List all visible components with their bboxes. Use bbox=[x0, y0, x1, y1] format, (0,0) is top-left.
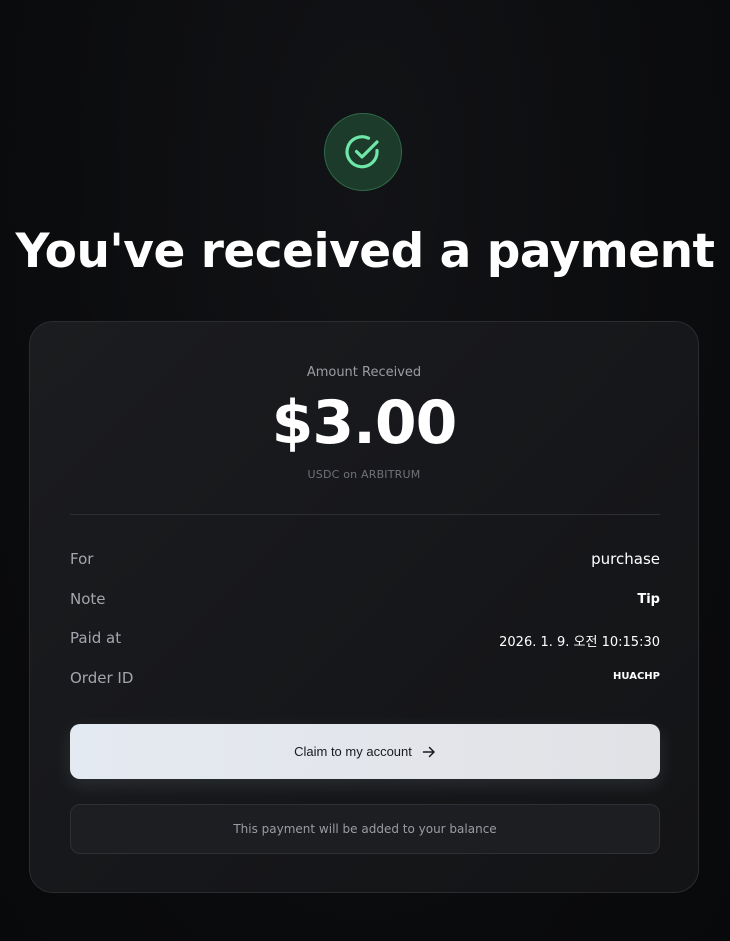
network-label: USDC on ARBITRUM bbox=[307, 468, 421, 481]
divider bbox=[70, 514, 660, 515]
detail-value: 2026. 1. 9. 오전 10:15:30 bbox=[499, 635, 660, 650]
detail-label: Order ID bbox=[70, 669, 134, 687]
claim-button-label: Claim to my account bbox=[294, 744, 412, 759]
amount-value: $3.00 bbox=[271, 388, 458, 458]
detail-value: HUACHP bbox=[613, 671, 660, 682]
detail-row-paid-at: Paid at 2026. 1. 9. 오전 10:15:30 bbox=[70, 629, 660, 653]
claim-button[interactable]: Claim to my account bbox=[70, 724, 660, 779]
detail-label: For bbox=[70, 550, 94, 568]
arrow-right-icon bbox=[422, 745, 436, 759]
balance-info-box: This payment will be added to your balan… bbox=[70, 804, 660, 854]
detail-row-order-id: Order ID HUACHP bbox=[70, 669, 660, 693]
payment-card: Amount Received $3.00 USDC on ARBITRUM F… bbox=[29, 321, 699, 893]
payment-received-page: You've received a payment Amount Receive… bbox=[0, 0, 730, 941]
detail-row-note: Note Tip bbox=[70, 590, 660, 614]
success-badge bbox=[324, 113, 402, 191]
amount-label: Amount Received bbox=[306, 365, 422, 380]
detail-label: Paid at bbox=[70, 629, 122, 647]
detail-row-for: For purchase bbox=[70, 550, 660, 574]
page-title: You've received a payment bbox=[15, 224, 715, 279]
balance-info-text: This payment will be added to your balan… bbox=[233, 822, 497, 836]
detail-label: Note bbox=[70, 590, 106, 608]
detail-value: purchase bbox=[591, 550, 660, 568]
detail-value: Tip bbox=[637, 592, 660, 607]
check-circle-icon bbox=[344, 133, 382, 171]
